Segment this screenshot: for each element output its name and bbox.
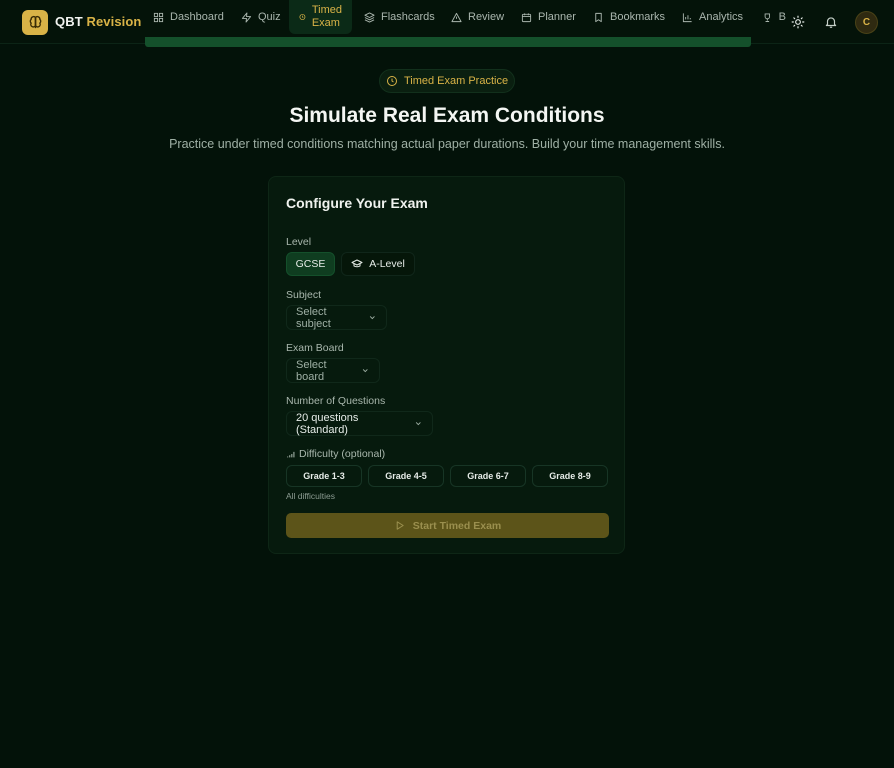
question-count-select[interactable]: 20 questions (Standard) <box>286 411 433 436</box>
exam-board-select[interactable]: Select board <box>286 358 380 383</box>
nav-item-label-line2: Exam <box>311 17 340 29</box>
chevron-down-icon <box>416 422 422 426</box>
nav-item-label: B <box>778 11 786 23</box>
difficulty-option-grade-1-3[interactable]: Grade 1-3 <box>286 465 362 487</box>
difficulty-option-grade-6-7[interactable]: Grade 6-7 <box>450 465 526 487</box>
subject-select[interactable]: Select subject <box>286 305 387 330</box>
nav-item-analytics[interactable]: Analytics <box>682 0 743 34</box>
user-avatar[interactable]: C <box>855 11 878 34</box>
timed-exam-badge: Timed Exam Practice <box>379 69 515 93</box>
nav-item-label: Quiz <box>258 11 281 23</box>
nav-item-label: Timed Exam <box>312 4 342 30</box>
header-accent-strip <box>145 37 751 47</box>
clock-icon <box>386 76 397 86</box>
trophy-icon <box>764 13 770 22</box>
difficulty-label-text: Difficulty (optional) <box>299 448 386 460</box>
question-count-label: Number of Questions <box>286 395 386 407</box>
nav-item-quiz[interactable]: Quiz <box>241 0 281 34</box>
nav-item-review[interactable]: Review <box>451 0 504 34</box>
zap-icon <box>241 11 252 23</box>
alert-triangle-icon <box>451 12 462 22</box>
notifications-button[interactable] <box>820 11 842 33</box>
nav-item-timed-exam[interactable]: Timed Exam <box>289 0 352 34</box>
nav-item-label: Bookmarks <box>610 11 666 23</box>
theme-toggle-button[interactable] <box>787 11 809 33</box>
difficulty-hint: All difficulties <box>286 491 335 501</box>
badge-label: Timed Exam Practice <box>403 75 509 87</box>
brain-logo-icon[interactable] <box>22 10 48 35</box>
chevron-down-icon <box>363 369 369 373</box>
clock-icon <box>299 14 306 20</box>
start-button-label: Start Timed Exam <box>412 519 502 532</box>
nav-item-planner[interactable]: Planner <box>521 0 576 34</box>
nav-item-label: Review <box>468 11 505 23</box>
nav-item-label: Flashcards <box>381 11 435 23</box>
nav-item-label: Dashboard <box>170 11 224 23</box>
configure-exam-card: Configure Your Exam Level GCSE A-Level S… <box>268 176 625 554</box>
signal-bars-icon <box>287 451 295 458</box>
subject-label: Subject <box>286 289 322 301</box>
bookmark-icon <box>595 12 602 22</box>
level-option-label: GCSE <box>295 258 326 270</box>
calendar-icon <box>521 12 532 22</box>
sun-icon <box>791 15 805 29</box>
level-option-label: A-Level <box>369 258 405 270</box>
nav-item-label: Analytics <box>699 11 744 23</box>
grid-icon <box>153 12 164 22</box>
exam-board-select-value: Select board <box>296 358 327 383</box>
difficulty-option-grade-8-9[interactable]: Grade 8-9 <box>532 465 608 487</box>
chevron-down-icon <box>370 316 376 320</box>
difficulty-option-grade-4-5[interactable]: Grade 4-5 <box>368 465 444 487</box>
page-subtitle: Practice under timed conditions matching… <box>169 137 725 151</box>
graduation-cap-icon <box>351 259 363 268</box>
level-option-a-level[interactable]: A-Level <box>341 252 415 276</box>
page-title: Simulate Real Exam Conditions <box>289 104 605 127</box>
level-option-gcse[interactable]: GCSE <box>286 252 335 276</box>
brand-name[interactable]: QBT Revision <box>55 14 141 29</box>
level-label: Level <box>286 236 312 248</box>
brand-name-part2: Revision <box>86 14 142 29</box>
nav-item-truncated[interactable]: B <box>762 0 786 34</box>
nav-item-flashcards[interactable]: Flashcards <box>364 0 435 34</box>
nav-item-bookmarks[interactable]: Bookmarks <box>593 0 665 34</box>
difficulty-label: Difficulty (optional) <box>286 448 385 460</box>
layers-icon <box>364 11 375 23</box>
nav-item-label-line1: Timed <box>311 4 342 16</box>
play-icon <box>396 521 404 530</box>
card-title: Configure Your Exam <box>286 195 428 211</box>
question-count-select-value: 20 questions (Standard) <box>296 411 359 436</box>
subject-select-value: Select subject <box>296 305 331 330</box>
nav-item-label: Planner <box>538 11 576 23</box>
exam-board-label: Exam Board <box>286 342 344 354</box>
start-timed-exam-button[interactable]: Start Timed Exam <box>286 513 609 538</box>
nav-item-dashboard[interactable]: Dashboard <box>153 0 224 34</box>
brand-name-part1: QBT <box>55 14 83 29</box>
bell-icon <box>825 17 837 28</box>
bar-chart-icon <box>682 12 692 22</box>
